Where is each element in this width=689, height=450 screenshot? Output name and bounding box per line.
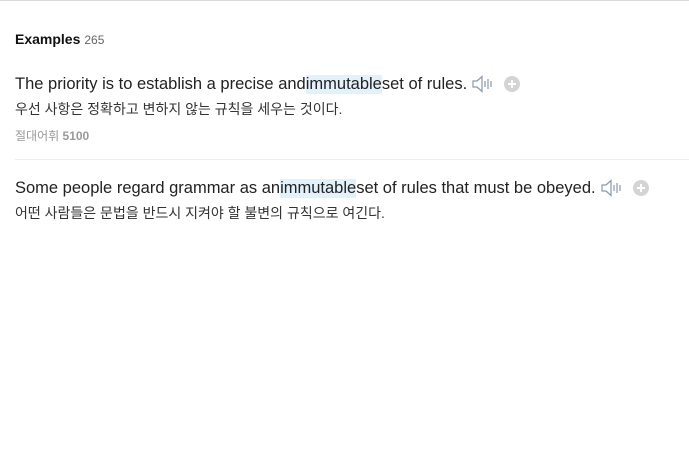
example-english-text: Some people regard grammar as an <box>15 178 281 197</box>
example-english: The priority is to establish a precise a… <box>15 73 689 95</box>
source-number: 5100 <box>62 129 90 143</box>
example-english: Some people regard grammar as an immutab… <box>15 177 689 199</box>
example-item: Some people regard grammar as an immutab… <box>15 177 689 223</box>
example-korean: 우선 사항은 정확하고 변하지 않는 규칙을 세우는 것이다. <box>15 101 343 117</box>
plus-circle-icon[interactable] <box>504 76 521 92</box>
example-source: 절대어휘 5100 <box>15 127 689 144</box>
examples-count: 265 <box>84 33 105 47</box>
example-english-text: set of rules that must be obeyed. <box>356 178 596 197</box>
examples-header: Examples 265 <box>15 31 104 47</box>
example-english-text: set of rules. <box>381 74 468 93</box>
divider <box>15 159 689 160</box>
examples-title: Examples <box>15 31 81 47</box>
speaker-icon[interactable] <box>600 178 624 198</box>
plus-circle-icon[interactable] <box>632 180 649 196</box>
highlighted-word[interactable]: immutable <box>305 74 382 94</box>
speaker-icon[interactable] <box>471 74 495 94</box>
example-korean: 어떤 사람들은 문법을 반드시 지켜야 할 불변의 규칙으로 여긴다. <box>15 205 385 221</box>
example-item: The priority is to establish a precise a… <box>15 73 689 144</box>
example-english-text: The priority is to establish a precise a… <box>15 74 306 93</box>
source-name: 절대어휘 <box>15 129 60 143</box>
highlighted-word[interactable]: immutable <box>280 178 357 198</box>
examples-panel: Examples 265 The priority is to establis… <box>0 0 689 450</box>
